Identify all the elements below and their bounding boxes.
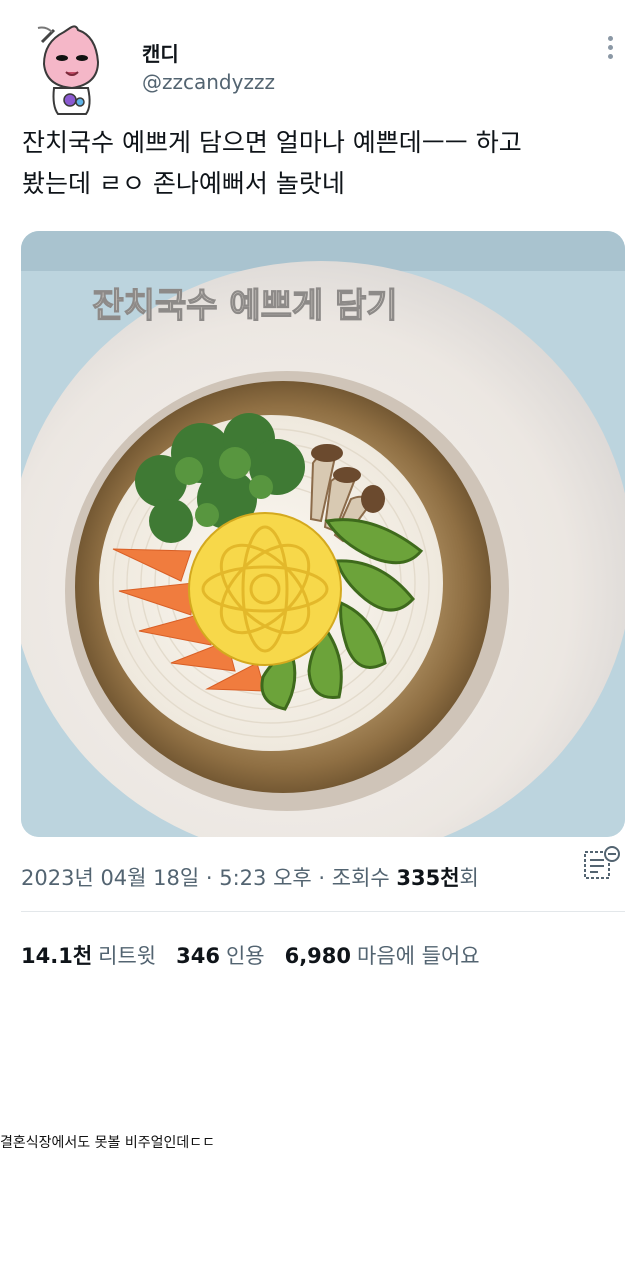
retweets-stat[interactable]: 14.1천 리트윗 bbox=[21, 940, 156, 970]
user-handle[interactable]: @zzcandyzzz bbox=[142, 70, 275, 94]
analytics-icon[interactable] bbox=[582, 846, 622, 882]
tweet-meta: 2023년 04월 18일 · 5:23 오후 · 조회수 335천회 bbox=[21, 862, 479, 892]
retweets-label: 리트윗 bbox=[98, 944, 157, 968]
views-suffix: 회 bbox=[459, 866, 479, 890]
tweet-time[interactable]: 5:23 오후 bbox=[219, 866, 311, 890]
views-count: 335천 bbox=[396, 866, 460, 890]
photo-overlay-text: 잔치국수 예쁘게 담기 bbox=[92, 286, 397, 326]
quotes-count: 346 bbox=[176, 944, 220, 968]
divider bbox=[21, 911, 625, 912]
tweet-photo[interactable]: 잔치국수 예쁘게 담기 bbox=[21, 231, 625, 837]
tweet-text: 잔치국수 예쁘게 담으면 얼마나 예쁜데ㅡㅡ 하고 봤는데 ㄹㅇ 존나예뻐서 놀… bbox=[22, 122, 622, 204]
peach-character-icon bbox=[37, 25, 100, 115]
engagement-stats: 14.1천 리트윗 346 인용 6,980 마음에 들어요 bbox=[21, 940, 500, 970]
display-name[interactable]: 캔디 bbox=[142, 38, 179, 67]
quotes-stat[interactable]: 346 인용 bbox=[176, 940, 264, 970]
meta-separator: · bbox=[311, 866, 332, 890]
tweet-header: 캔디 @zzcandyzzz bbox=[0, 0, 640, 120]
likes-stat[interactable]: 6,980 마음에 들어요 bbox=[285, 940, 480, 970]
tweet-text-line-1: 잔치국수 예쁘게 담으면 얼마나 예쁜데ㅡㅡ 하고 bbox=[22, 128, 522, 157]
views-label: 조회수 bbox=[331, 866, 397, 890]
quotes-label: 인용 bbox=[225, 944, 265, 968]
more-vertical-icon[interactable] bbox=[602, 36, 618, 64]
meta-separator: · bbox=[199, 866, 220, 890]
post-caption: 결혼식장에서도 못볼 비주얼인데ㄷㄷ bbox=[0, 1135, 215, 1151]
tweet-date[interactable]: 2023년 04월 18일 bbox=[21, 866, 199, 890]
avatar[interactable] bbox=[32, 22, 104, 118]
retweets-count: 14.1천 bbox=[21, 944, 93, 968]
tweet-text-line-2: 봤는데 ㄹㅇ 존나예뻐서 놀랏네 bbox=[22, 169, 345, 198]
noodle-bowl-image: 잔치국수 예쁘게 담기 bbox=[21, 231, 625, 837]
likes-count: 6,980 bbox=[284, 944, 352, 968]
likes-label: 마음에 들어요 bbox=[357, 944, 480, 968]
